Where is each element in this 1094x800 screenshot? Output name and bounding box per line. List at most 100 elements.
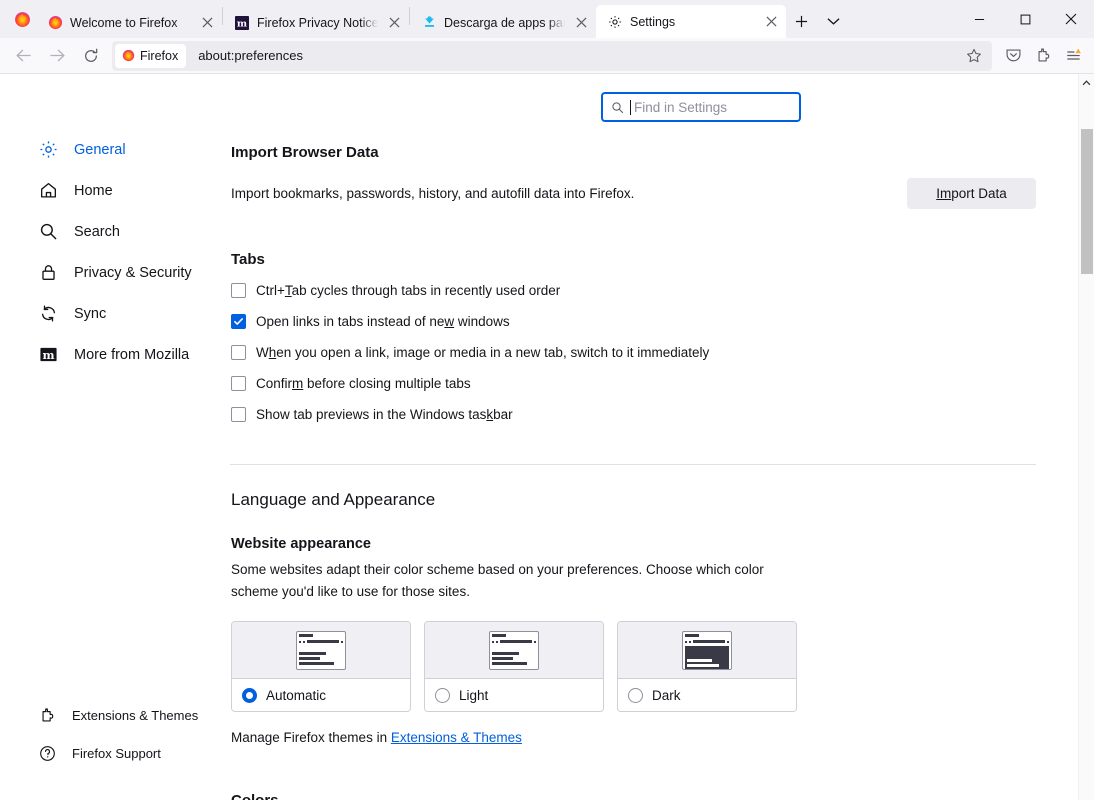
section-heading: Tabs (231, 251, 265, 268)
browser-tab[interactable]: Welcome to Firefox (36, 7, 222, 38)
section-divider (230, 464, 1036, 465)
minimize-button[interactable] (956, 0, 1002, 38)
radio-button[interactable] (628, 687, 643, 703)
browser-tab[interactable]: Descarga de apps para Window (410, 7, 596, 38)
import-description: Import bookmarks, passwords, history, an… (231, 185, 635, 201)
tabs-section: Tabs Ctrl+Tab cycles through tabs in rec… (230, 251, 1094, 430)
sidebar-footer-label: Firefox Support (72, 745, 161, 761)
browser-tab-active[interactable]: Settings (596, 5, 786, 38)
browser-tab[interactable]: m Firefox Privacy Notice — Mozill (223, 7, 409, 38)
sidebar-item-label: More from Mozilla (74, 346, 190, 363)
puzzle-piece-icon (38, 706, 56, 724)
theme-option-automatic[interactable]: Automatic (231, 621, 411, 712)
sidebar-item-more-from-mozilla[interactable]: m More from Mozilla (0, 334, 216, 375)
theme-label: Light (459, 687, 489, 703)
checkbox-label: Show tab previews in the Windows taskbar (256, 407, 513, 422)
checkbox-open-links-in-tabs[interactable]: Open links in tabs instead of new window… (231, 306, 1094, 337)
firefox-app-icon (8, 0, 36, 38)
lock-icon (38, 263, 58, 283)
radio-button[interactable] (242, 687, 257, 703)
hamburger-menu-icon[interactable] (1058, 41, 1088, 71)
section-heading: Import Browser Data (231, 144, 379, 161)
tab-title: Firefox Privacy Notice — Mozill (257, 15, 378, 30)
theme-label: Automatic (266, 687, 327, 703)
close-window-button[interactable] (1048, 0, 1094, 38)
sidebar-item-search[interactable]: Search (0, 211, 216, 252)
navigation-toolbar: Firefox about:preferences (0, 38, 1094, 74)
identity-label: Firefox (140, 48, 179, 63)
section-heading: Language and Appearance (231, 490, 436, 509)
sidebar-footer: Extensions & Themes Firefox Support (0, 696, 228, 772)
sync-icon (38, 304, 58, 324)
sidebar-item-label: Sync (74, 305, 107, 322)
checkbox-box[interactable] (231, 376, 246, 391)
star-icon[interactable] (960, 42, 988, 70)
checkbox-ctrl-tab-cycles[interactable]: Ctrl+Tab cycles through tabs in recently… (231, 275, 1094, 306)
theme-radio-row[interactable]: Dark (618, 679, 796, 711)
checkbox-confirm-close-tabs[interactable]: Confirm before closing multiple tabs (231, 368, 1094, 399)
search-icon (38, 222, 58, 242)
search-icon (611, 101, 624, 114)
firefox-icon (122, 49, 135, 62)
import-browser-data-section: Import Browser Data Import bookmarks, pa… (230, 144, 1094, 209)
vertical-scrollbar[interactable] (1078, 74, 1094, 800)
scrollbar-thumb[interactable] (1081, 129, 1093, 274)
checkbox-tab-previews-taskbar[interactable]: Show tab previews in the Windows taskbar (231, 399, 1094, 430)
checkbox-box[interactable] (231, 407, 246, 422)
manage-themes-text: Manage Firefox themes in Extensions & Th… (231, 727, 1094, 749)
reload-button[interactable] (74, 41, 108, 71)
radio-button[interactable] (435, 687, 450, 703)
pocket-icon[interactable] (998, 41, 1028, 71)
website-appearance-options: Automatic Light Dark (231, 621, 1094, 712)
theme-option-dark[interactable]: Dark (617, 621, 797, 712)
sidebar-item-home[interactable]: Home (0, 170, 216, 211)
tab-bar: Welcome to Firefox m Firefox Privacy Not… (0, 0, 1094, 38)
tab-title: Descarga de apps para Window (444, 15, 565, 30)
gear-icon (38, 140, 58, 160)
address-bar[interactable]: Firefox about:preferences (112, 40, 992, 71)
settings-main-panel: Find in Settings Import Browser Data Imp… (228, 74, 1094, 800)
checkbox-box[interactable] (231, 314, 246, 329)
puzzle-piece-icon[interactable] (1028, 41, 1058, 71)
checkbox-box[interactable] (231, 345, 246, 360)
sidebar-item-privacy-security[interactable]: Privacy & Security (0, 252, 216, 293)
scroll-up-arrow[interactable] (1079, 74, 1094, 91)
sidebar-item-firefox-support[interactable]: Firefox Support (0, 734, 228, 772)
language-appearance-section: Language and Appearance Website appearan… (230, 490, 1094, 800)
text-caret (630, 99, 631, 115)
sidebar-item-sync[interactable]: Sync (0, 293, 216, 334)
close-icon[interactable] (762, 13, 780, 31)
maximize-button[interactable] (1002, 0, 1048, 38)
extensions-themes-link[interactable]: Extensions & Themes (391, 730, 522, 745)
import-data-button[interactable]: Im port Data (907, 178, 1036, 209)
gear-icon (607, 14, 623, 30)
forward-button[interactable] (40, 41, 74, 71)
sidebar-item-label: General (74, 141, 126, 158)
close-icon[interactable] (385, 14, 403, 32)
identity-box[interactable]: Firefox (115, 43, 187, 68)
search-placeholder: Find in Settings (634, 99, 728, 115)
sidebar-item-label: Privacy & Security (74, 264, 192, 281)
subsection-heading: Website appearance (231, 536, 371, 552)
close-icon[interactable] (198, 14, 216, 32)
mozilla-m-icon: m (234, 15, 250, 31)
checkbox-label: When you open a link, image or media in … (256, 345, 710, 360)
checkbox-switch-to-new-tab[interactable]: When you open a link, image or media in … (231, 337, 1094, 368)
close-icon[interactable] (572, 14, 590, 32)
new-tab-button[interactable] (786, 6, 816, 36)
search-input[interactable]: Find in Settings (601, 92, 801, 122)
svg-text:m: m (42, 348, 54, 362)
sidebar-item-extensions-themes[interactable]: Extensions & Themes (0, 696, 228, 734)
theme-radio-row[interactable]: Automatic (232, 679, 410, 711)
sidebar-item-general[interactable]: General (0, 129, 216, 170)
tab-strip: Welcome to Firefox m Firefox Privacy Not… (36, 0, 956, 38)
website-appearance-description: Some websites adapt their color scheme b… (231, 562, 764, 599)
list-all-tabs-button[interactable] (816, 6, 850, 36)
theme-option-light[interactable]: Light (424, 621, 604, 712)
search-row: Find in Settings (230, 74, 1094, 122)
back-button[interactable] (6, 41, 40, 71)
sidebar-item-label: Search (74, 223, 120, 240)
theme-radio-row[interactable]: Light (425, 679, 603, 711)
light-preview-icon (425, 622, 603, 679)
checkbox-box[interactable] (231, 283, 246, 298)
